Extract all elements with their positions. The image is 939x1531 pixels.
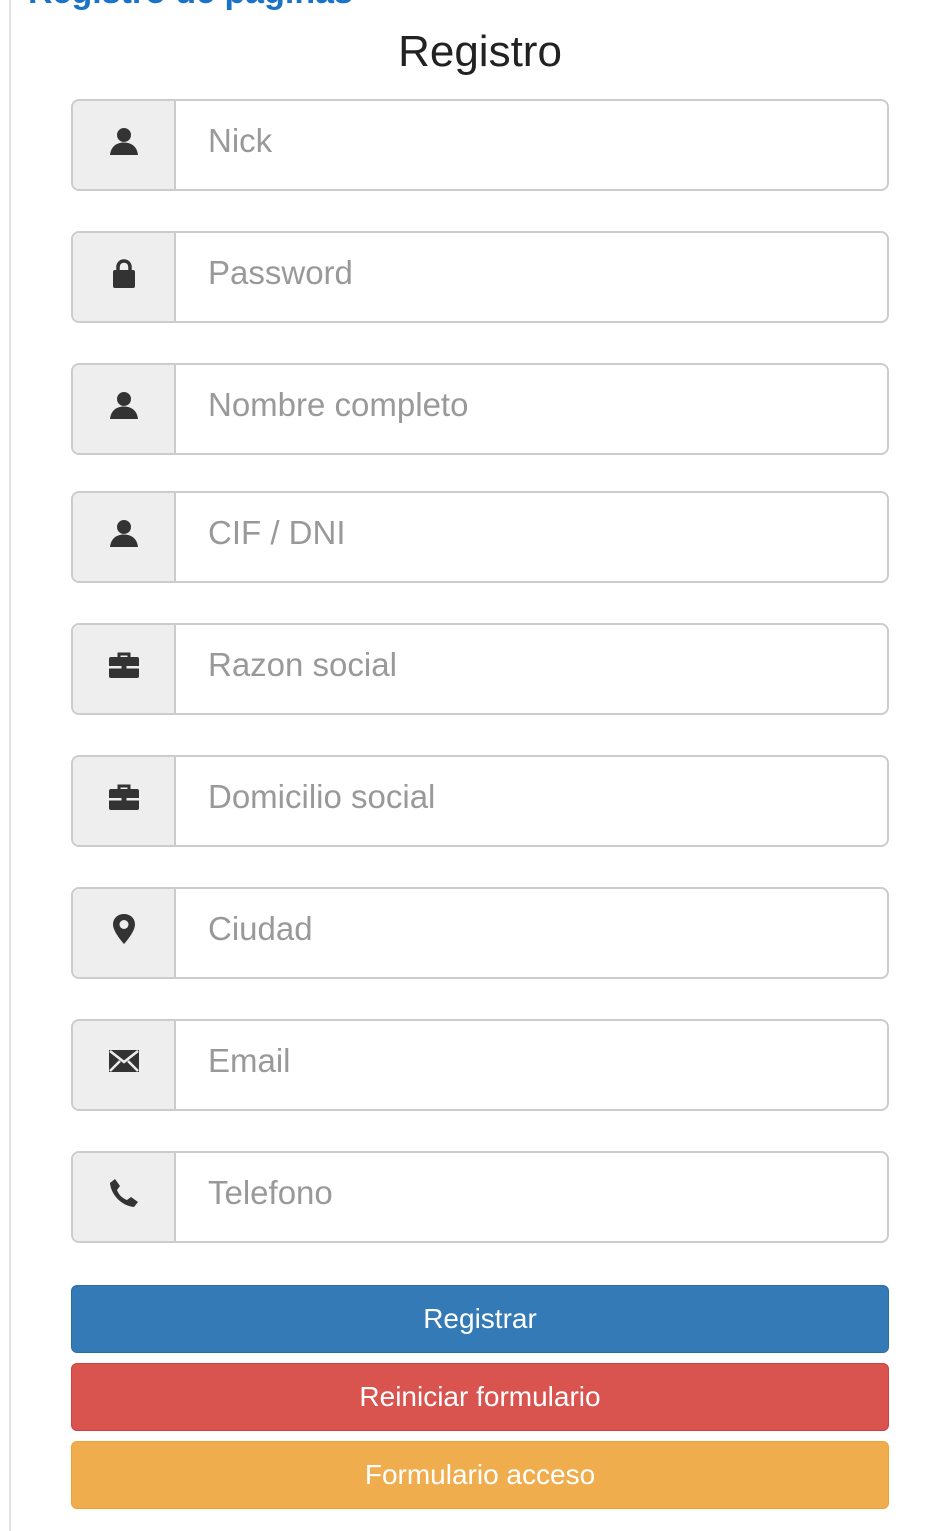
phone-input[interactable] [176,1153,887,1241]
envelope-icon [73,1021,176,1109]
register-button[interactable]: Registrar [71,1285,889,1353]
briefcase-icon [73,757,176,845]
email-group [71,1019,889,1111]
city-group [71,887,889,979]
reset-form-button[interactable]: Reiniciar formulario [71,1363,889,1431]
user-icon [73,365,176,453]
registration-form [71,99,889,1243]
password-group [71,231,889,323]
phone-icon [73,1153,176,1241]
left-border-line [9,0,11,1531]
lock-icon [73,233,176,321]
form-actions: Registrar Reiniciar formulario Formulari… [71,1285,889,1519]
access-form-button[interactable]: Formulario acceso [71,1441,889,1509]
cif-dni-input[interactable] [176,493,887,581]
user-icon [73,493,176,581]
cif-dni-group [71,491,889,583]
nick-input[interactable] [176,101,887,189]
form-title: Registro [398,27,562,76]
briefcase-icon [73,625,176,713]
business-name-input[interactable] [176,625,887,713]
full-name-group [71,363,889,455]
full-name-input[interactable] [176,365,887,453]
user-icon [73,101,176,189]
registered-address-input[interactable] [176,757,887,845]
clipped-heading: Registro de páginas [28,0,353,10]
map-marker-icon [73,889,176,977]
registered-address-group [71,755,889,847]
city-input[interactable] [176,889,887,977]
password-input[interactable] [176,233,887,321]
email-input[interactable] [176,1021,887,1109]
nick-group [71,99,889,191]
phone-group [71,1151,889,1243]
registration-page: Registro de páginas Registro [0,0,939,1531]
business-name-group [71,623,889,715]
